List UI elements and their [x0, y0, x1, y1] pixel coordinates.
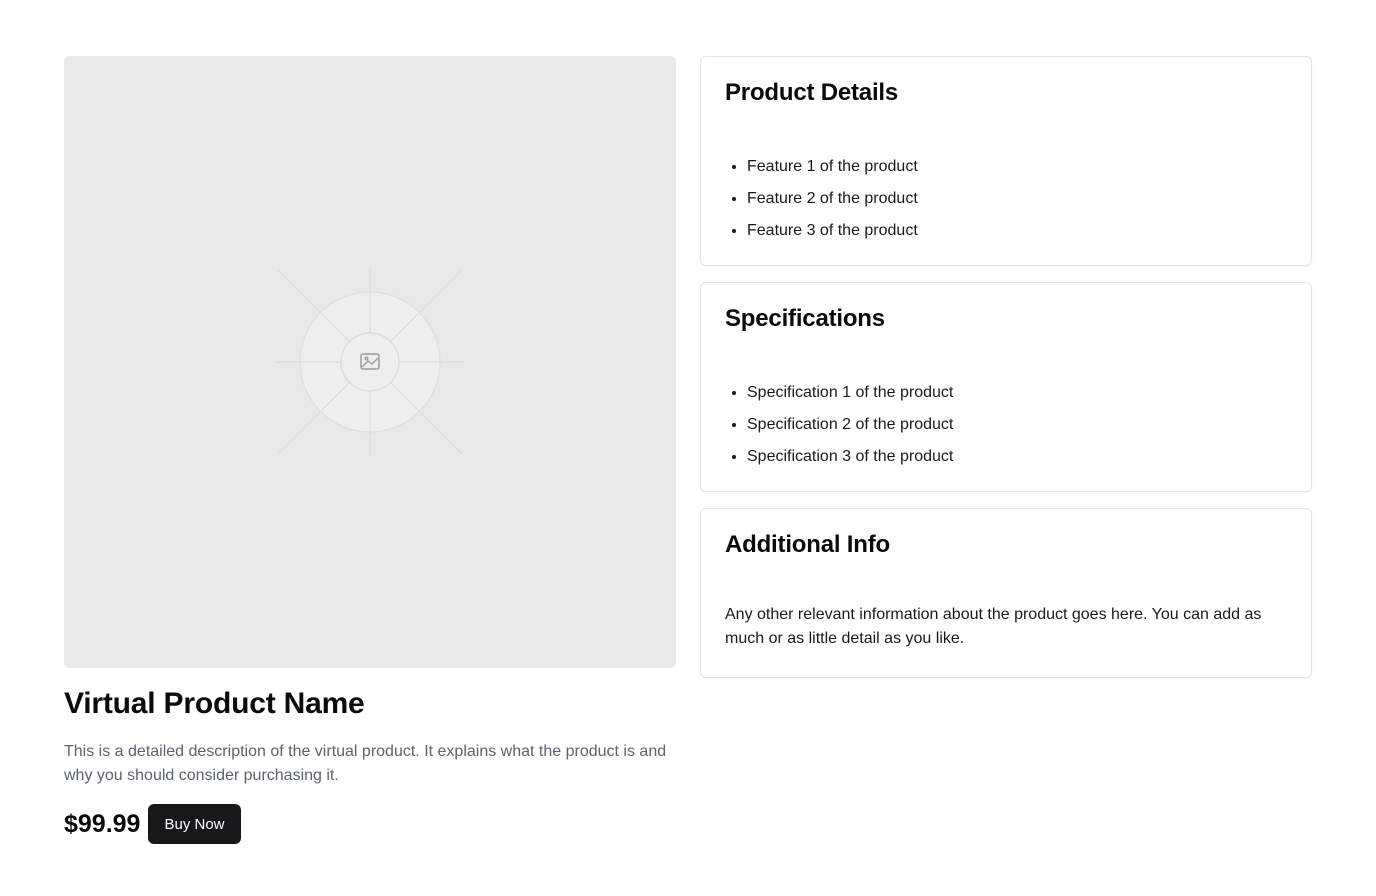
product-price: $99.99 — [64, 809, 141, 838]
buy-now-button[interactable]: Buy Now — [148, 804, 241, 844]
product-details-card: Product Details Feature 1 of the product… — [700, 56, 1312, 266]
product-description: This is a detailed description of the vi… — [64, 743, 667, 784]
product-title: Virtual Product Name — [64, 687, 365, 720]
page: Virtual Product Name This is a detailed … — [0, 0, 1376, 896]
product-image-placeholder — [64, 56, 676, 668]
product-overview: Virtual Product Name This is a detailed … — [64, 56, 676, 844]
purchase-row: $99.99 Buy Now — [64, 804, 676, 844]
specifications-card: Specifications Specification 1 of the pr… — [700, 282, 1312, 492]
list-item: Feature 3 of the product — [747, 215, 1287, 247]
list-item: Feature 1 of the product — [747, 151, 1287, 183]
image-placeholder-graphic — [276, 268, 464, 456]
additional-info-text: Any other relevant information about the… — [725, 606, 1262, 647]
specifications-title: Specifications — [725, 305, 885, 332]
product-details-list: Feature 1 of the product Feature 2 of th… — [725, 151, 1287, 247]
list-item: Specification 3 of the product — [747, 441, 1287, 473]
product-details-title: Product Details — [725, 79, 899, 106]
product-info-panels: Product Details Feature 1 of the product… — [700, 56, 1312, 694]
additional-info-title: Additional Info — [725, 531, 890, 558]
additional-info-card: Additional Info Any other relevant infor… — [700, 508, 1312, 678]
list-item: Feature 2 of the product — [747, 183, 1287, 215]
specifications-list: Specification 1 of the product Specifica… — [725, 377, 1287, 473]
list-item: Specification 1 of the product — [747, 377, 1287, 409]
list-item: Specification 2 of the product — [747, 409, 1287, 441]
